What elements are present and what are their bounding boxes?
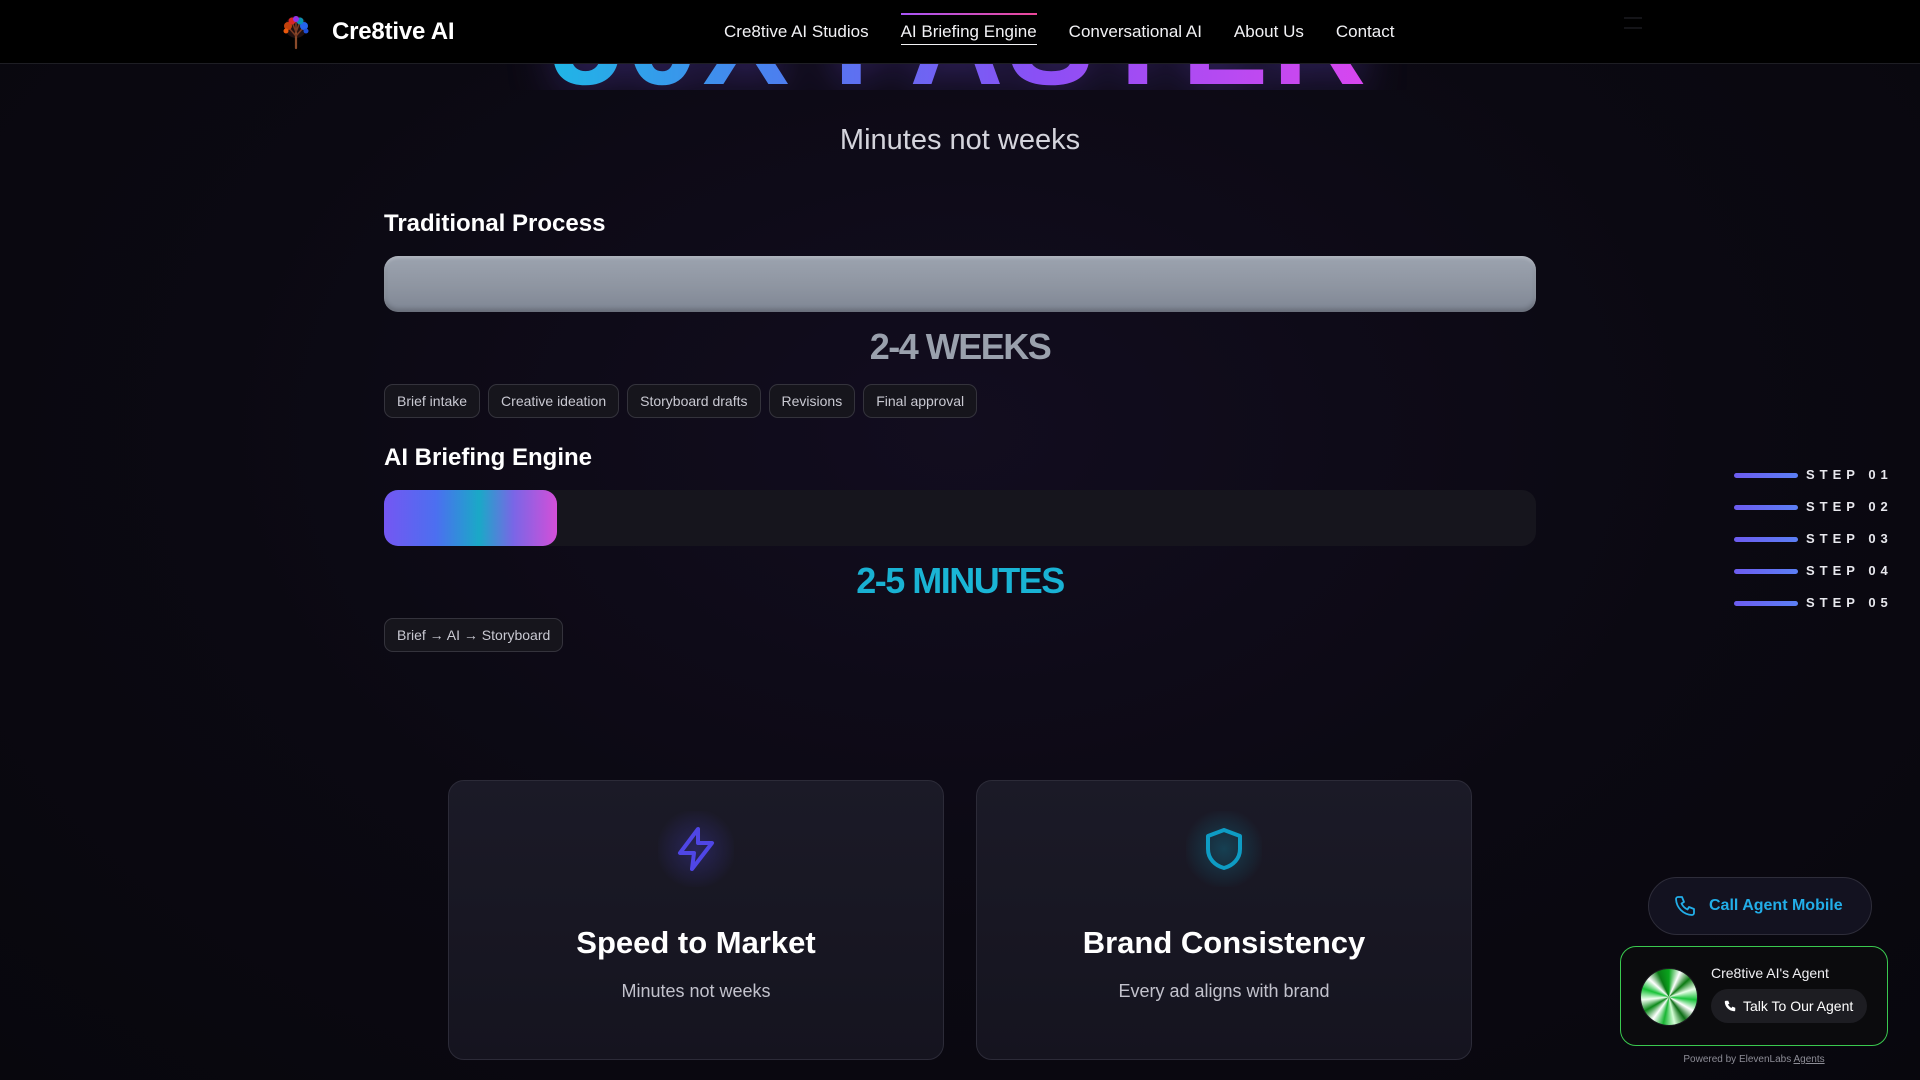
feature-description: Every ad aligns with brand: [1118, 981, 1330, 1001]
phone-icon: [1675, 896, 1695, 916]
step-indicator: [1734, 473, 1798, 478]
feature-card-speed: Speed to Market Minutes not weeks: [448, 780, 944, 1060]
phone-icon: [1724, 1000, 1736, 1012]
step-label: STEP 03: [1806, 531, 1893, 546]
nav-item-contact[interactable]: Contact: [1336, 22, 1395, 42]
ai-steps: Brief → AI → Storyboard: [384, 618, 564, 652]
step-label: STEP 02: [1806, 499, 1893, 514]
step-chip: Final approval: [863, 384, 978, 418]
traditional-process-title: Traditional Process: [384, 210, 606, 237]
step-navigation: STEP 01 STEP 02 STEP 03 STEP 04 STEP 05: [1728, 465, 1898, 625]
lightning-icon: [658, 811, 734, 887]
agent-name: Cre8tive AI's Agent: [1711, 965, 1829, 981]
call-agent-mobile-button[interactable]: Call Agent Mobile: [1648, 877, 1872, 935]
hero-subtitle: Minutes not weeks: [839, 124, 1081, 156]
step-chip: Brief intake: [384, 384, 481, 418]
nav-item-about-us[interactable]: About Us: [1234, 22, 1304, 42]
menu-icon[interactable]: [1624, 17, 1642, 29]
talk-to-agent-button[interactable]: Talk To Our Agent: [1711, 989, 1868, 1023]
nav-item-briefing-engine[interactable]: AI Briefing Engine: [900, 13, 1037, 45]
shield-icon: [1186, 811, 1262, 887]
step-chip: Storyboard drafts: [627, 384, 761, 418]
step-label: STEP 01: [1806, 467, 1893, 482]
step-item-02[interactable]: STEP 02: [1728, 497, 1898, 529]
talk-to-agent-label: Talk To Our Agent: [1743, 998, 1854, 1014]
powered-by-text: Powered by ElevenLabs: [1683, 1054, 1792, 1065]
tree-logo-icon[interactable]: [278, 14, 314, 50]
traditional-steps: Brief intake Creative ideation Storyboar…: [384, 384, 978, 418]
navbar: Cre8tive AI Cre8tive AI Studios AI Brief…: [0, 0, 1920, 64]
step-item-01[interactable]: STEP 01: [1728, 465, 1898, 497]
step-item-05[interactable]: STEP 05: [1728, 593, 1898, 625]
feature-card-brand: Brand Consistency Every ad aligns with b…: [976, 780, 1472, 1060]
step-chip: Creative ideation: [488, 384, 620, 418]
agent-avatar[interactable]: [1641, 969, 1697, 1025]
step-indicator: [1734, 505, 1798, 510]
step-chip: Brief → AI → Storyboard: [384, 618, 564, 652]
step-indicator: [1734, 537, 1798, 542]
ai-engine-title: AI Briefing Engine: [384, 444, 593, 471]
ai-progress-bar: [384, 490, 1536, 546]
step-item-03[interactable]: STEP 03: [1728, 529, 1898, 561]
step-indicator: [1734, 569, 1798, 574]
powered-by: Powered by ElevenLabs Agents: [1620, 1054, 1888, 1065]
main-nav: Cre8tive AI Studios AI Briefing Engine C…: [724, 0, 1394, 64]
feature-description: Minutes not weeks: [621, 981, 771, 1001]
feature-title: Brand Consistency: [1082, 925, 1366, 960]
nav-item-conversational-ai[interactable]: Conversational AI: [1069, 22, 1202, 42]
powered-by-link[interactable]: Agents: [1793, 1054, 1824, 1065]
brand-name[interactable]: Cre8tive AI: [332, 18, 455, 46]
step-chip: Revisions: [768, 384, 856, 418]
step-item-04[interactable]: STEP 04: [1728, 561, 1898, 593]
traditional-progress-bar: [384, 256, 1536, 312]
agent-widget: Cre8tive AI's Agent Talk To Our Agent: [1620, 946, 1888, 1046]
step-label: STEP 05: [1806, 595, 1893, 610]
ai-progress-fill: [384, 490, 557, 546]
traditional-duration: 2-4 WEEKS: [869, 326, 1052, 367]
ai-duration: 2-5 MINUTES: [0, 560, 1920, 602]
nav-item-studios[interactable]: Cre8tive AI Studios: [724, 22, 869, 42]
step-indicator: [1734, 601, 1798, 606]
feature-title: Speed to Market: [576, 925, 816, 960]
step-label: STEP 04: [1806, 563, 1893, 578]
call-agent-label: Call Agent Mobile: [1709, 897, 1843, 914]
